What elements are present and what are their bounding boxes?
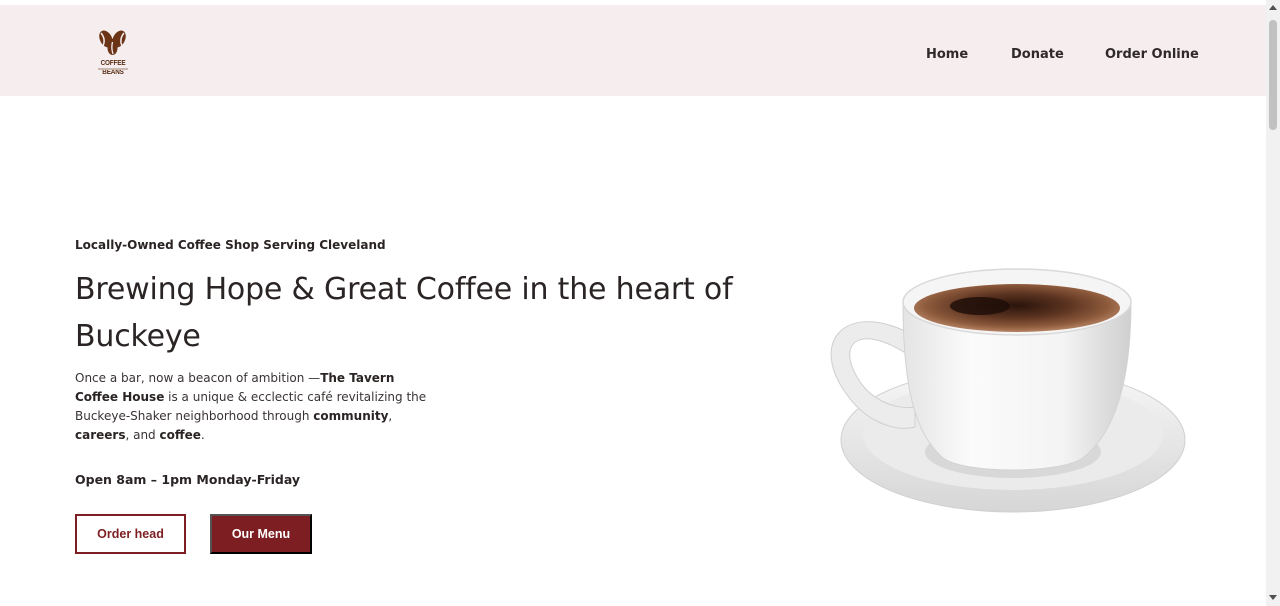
scroll-down-arrow-icon[interactable] — [1269, 595, 1277, 600]
desc-bold-community: community — [313, 409, 389, 423]
logo-tagline-line — [98, 68, 128, 70]
coffee-beans-icon — [99, 30, 126, 55]
desc-bold-coffee: coffee — [159, 428, 201, 442]
logo-text: COFFEE BEANS — [100, 58, 126, 76]
desc-text-1: Once a bar, now a beacon of ambition — — [75, 371, 321, 385]
desc-text-5: . — [200, 428, 205, 442]
desc-text-3: , — [388, 409, 393, 423]
desc-bold-careers: careers — [75, 428, 126, 442]
hero-description: Once a bar, now a beacon of ambition —Th… — [75, 369, 435, 445]
page-scrollbar[interactable] — [1266, 0, 1280, 606]
opening-hours: Open 8am – 1pm Monday-Friday — [75, 472, 301, 487]
desc-text-4: , and — [125, 428, 160, 442]
site-logo[interactable]: COFFEE BEANS — [86, 29, 140, 77]
scrollbar-thumb[interactable] — [1269, 20, 1277, 130]
nav-order-online[interactable]: Order Online — [1105, 47, 1199, 65]
coffee-cup-image — [815, 262, 1195, 522]
nav-home[interactable]: Home — [926, 47, 968, 65]
our-menu-button[interactable]: Our Menu — [210, 514, 312, 554]
scroll-up-arrow-icon[interactable] — [1269, 5, 1277, 10]
order-head-button[interactable]: Order head — [75, 514, 186, 554]
site-header: COFFEE BEANS Home Donate Order Online — [0, 5, 1266, 96]
nav-donate[interactable]: Donate — [1011, 47, 1064, 65]
hero-headline: Brewing Hope & Great Coffee in the heart… — [75, 272, 733, 354]
hero-eyebrow: Locally-Owned Coffee Shop Serving Clevel… — [75, 238, 386, 252]
